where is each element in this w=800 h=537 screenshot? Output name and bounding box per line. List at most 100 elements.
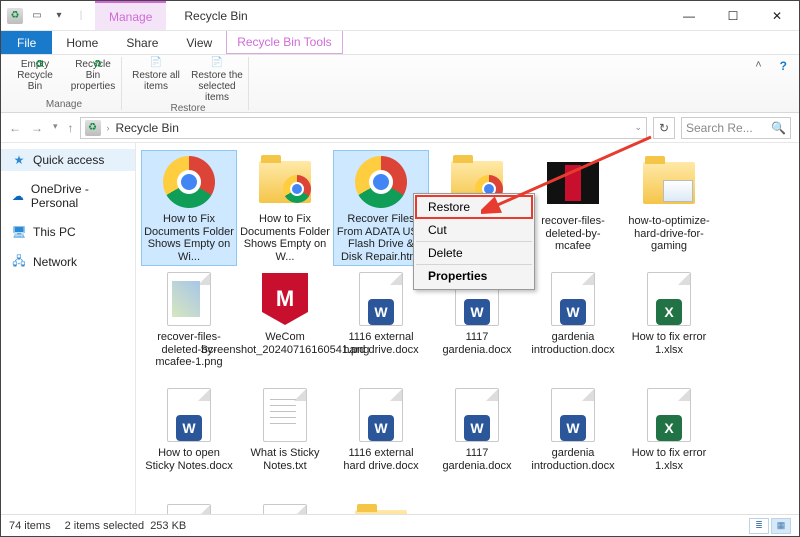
file-label: gardenia introduction.docx	[528, 331, 618, 356]
breadcrumb[interactable]: Recycle Bin	[116, 121, 179, 135]
file-thumbnail	[641, 155, 697, 211]
navigation-pane: ★ Quick access ☁ OneDrive - Personal 🖥 T…	[1, 143, 136, 519]
ribbon: Empty Recycle Bin Recycle Bin properties…	[1, 55, 799, 113]
close-button[interactable]: ✕	[755, 1, 799, 31]
status-item-count: 74 items	[9, 520, 51, 532]
file-thumbnail: W	[353, 387, 409, 443]
file-item[interactable]: W1116 external hard drive.docx	[334, 383, 428, 497]
ctx-properties[interactable]: Properties	[416, 264, 532, 287]
file-thumbnail: M	[257, 271, 313, 327]
file-thumbnail: X	[641, 271, 697, 327]
restore-selected-button[interactable]: 📄 Restore the selected items	[190, 57, 244, 103]
file-item[interactable]: X How to fix error 1.xlsx	[622, 383, 716, 497]
contextual-tab-manage[interactable]: Manage	[95, 1, 166, 30]
file-item[interactable]: recover-files-deleted-by-mcafee-1.png	[142, 267, 236, 381]
restore-all-button[interactable]: 📄 Restore all items	[132, 57, 180, 103]
address-bar-row: ← → ▾ ↑ › Recycle Bin ⌄ ↻ Search Re... 🔍	[1, 113, 799, 143]
restore-all-label: Restore all items	[132, 70, 180, 92]
context-menu: Restore Cut Delete Properties	[413, 193, 535, 290]
file-item[interactable]: What is Sticky Notes.txt	[238, 383, 332, 497]
file-thumbnail: W	[161, 387, 217, 443]
file-item[interactable]: How to Fix Documents Folder Shows Empty …	[142, 151, 236, 265]
file-label: recover-files-deleted-by-mcafee	[528, 215, 618, 253]
back-button[interactable]: ←	[9, 121, 21, 135]
sidebar-item-this-pc[interactable]: 🖥 This PC	[1, 221, 135, 243]
maximize-button[interactable]: ☐	[711, 1, 755, 31]
file-label: How to fix error 1.xlsx	[624, 331, 714, 356]
star-icon: ★	[11, 152, 27, 168]
ribbon-group-restore-label: Restore	[170, 103, 205, 114]
recent-dropdown-icon[interactable]: ▾	[53, 121, 58, 135]
file-label: How to open Sticky Notes.docx	[144, 447, 234, 472]
status-selection: 2 items selected 253 KB	[65, 520, 187, 532]
address-dropdown-icon[interactable]: ⌄	[634, 122, 642, 133]
file-item[interactable]: W 1117 gardenia.docx	[430, 383, 524, 497]
qat-dropdown-icon[interactable]: ▾	[51, 8, 67, 24]
address-bar[interactable]: › Recycle Bin ⌄	[80, 117, 647, 139]
file-thumbnail	[257, 155, 313, 209]
forward-button[interactable]: →	[31, 121, 43, 135]
file-thumbnail	[161, 271, 217, 327]
view-large-icons-button[interactable]: ▦	[771, 518, 791, 534]
file-thumbnail: W	[545, 271, 601, 327]
refresh-button[interactable]: ↻	[653, 117, 675, 139]
sidebar-label: OneDrive - Personal	[31, 182, 125, 210]
file-thumbnail	[545, 155, 601, 211]
file-item[interactable]: how-to-optimize-hard-drive-for-gaming	[622, 151, 716, 265]
file-label: 1117 gardenia.docx	[432, 447, 522, 472]
file-label: 1117 gardenia.docx	[432, 331, 522, 356]
file-item[interactable]: Wgardenia introduction.docx	[526, 383, 620, 497]
collapse-ribbon-icon[interactable]: ˄	[749, 57, 767, 73]
minimize-button[interactable]: —	[667, 1, 711, 31]
file-thumbnail: W	[353, 271, 409, 327]
file-label: how-to-optimize-hard-drive-for-gaming	[624, 215, 714, 253]
help-icon[interactable]: ?	[774, 57, 793, 75]
file-thumbnail	[353, 155, 409, 209]
file-item[interactable]: recover-files-deleted-by-mcafee	[526, 151, 620, 265]
file-label: 1116 external hard drive.docx	[336, 331, 426, 356]
app-icon	[7, 8, 23, 24]
qat-separator: |	[73, 8, 89, 24]
network-icon: 🖧	[11, 254, 27, 270]
ribbon-group-manage: Empty Recycle Bin Recycle Bin properties…	[7, 57, 122, 110]
file-item[interactable]: MWeCom Screenshot_20240716160541.png	[238, 267, 332, 381]
file-label: What is Sticky Notes.txt	[240, 447, 330, 472]
cloud-icon: ☁	[11, 188, 25, 204]
tab-share[interactable]: Share	[112, 31, 172, 54]
restore-selected-icon: 📄	[211, 57, 223, 68]
search-placeholder: Search Re...	[686, 121, 753, 135]
recycle-bin-properties-button[interactable]: Recycle Bin properties	[69, 57, 117, 92]
file-label: How to fix error 1.xlsx	[624, 447, 714, 472]
main-split: ★ Quick access ☁ OneDrive - Personal 🖥 T…	[1, 143, 799, 519]
ctx-cut[interactable]: Cut	[416, 218, 532, 241]
sidebar-label: Quick access	[33, 153, 104, 167]
search-input[interactable]: Search Re... 🔍	[681, 117, 791, 139]
file-item[interactable]: Wgardenia introduction.docx	[526, 267, 620, 381]
restore-selected-label: Restore the selected items	[190, 70, 244, 103]
location-icon	[85, 120, 101, 136]
sidebar-item-onedrive[interactable]: ☁ OneDrive - Personal	[1, 179, 135, 213]
file-thumbnail	[161, 155, 217, 209]
tab-file[interactable]: File	[1, 31, 52, 54]
file-thumbnail: X	[641, 387, 697, 443]
ribbon-group-restore: 📄 Restore all items 📄 Restore the select…	[128, 57, 249, 110]
up-button[interactable]: ↑	[68, 121, 74, 135]
sidebar-item-network[interactable]: 🖧 Network	[1, 251, 135, 273]
ribbon-tabs: File Home Share View Recycle Bin Tools	[1, 31, 799, 55]
file-item[interactable]: How to Fix Documents Folder Shows Empty …	[238, 151, 332, 265]
tab-recycle-bin-tools[interactable]: Recycle Bin Tools	[226, 31, 343, 54]
qat-properties-icon[interactable]: ▭	[29, 8, 45, 24]
tab-home[interactable]: Home	[52, 31, 112, 54]
file-item[interactable]: X How to fix error 1.xlsx	[622, 267, 716, 381]
tab-view[interactable]: View	[172, 31, 226, 54]
sidebar-item-quick-access[interactable]: ★ Quick access	[1, 149, 135, 171]
nav-arrows: ← → ▾ ↑	[9, 121, 74, 135]
empty-recycle-bin-button[interactable]: Empty Recycle Bin	[11, 57, 59, 92]
file-thumbnail: W	[449, 387, 505, 443]
file-label: How to Fix Documents Folder Shows Empty …	[240, 213, 330, 261]
pc-icon: 🖥	[11, 224, 27, 240]
file-item[interactable]: W How to open Sticky Notes.docx	[142, 383, 236, 497]
view-details-button[interactable]: ≣	[749, 518, 769, 534]
ctx-delete[interactable]: Delete	[416, 241, 532, 264]
ctx-restore[interactable]: Restore	[416, 196, 532, 218]
